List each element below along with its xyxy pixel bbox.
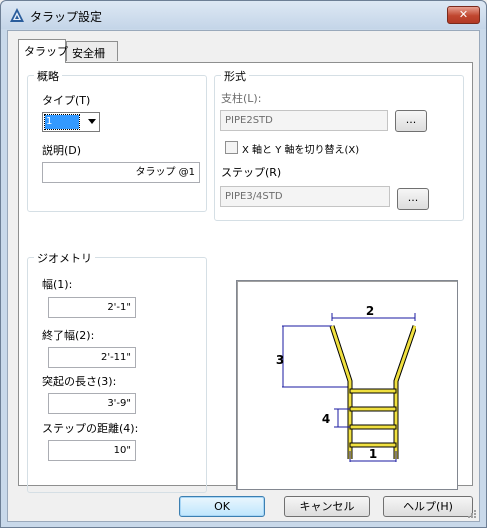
description-input[interactable]: タラップ @1 — [42, 162, 200, 183]
ok-button[interactable]: OK — [179, 496, 265, 517]
tab-safety-rail[interactable]: 安全柵 — [66, 41, 118, 61]
ladder-preview: 2 3 4 1 — [236, 280, 458, 490]
swap-axes-checkbox[interactable] — [225, 141, 238, 154]
end-width-input[interactable]: 2'-11" — [48, 347, 136, 368]
title-bar[interactable]: タラップ設定 ✕ — [1, 1, 486, 29]
type-label: タイプ(T) — [42, 94, 91, 107]
end-width-label: 終了幅(2): — [42, 329, 95, 342]
step-distance-label: ステップの距離(4): — [42, 422, 139, 435]
right-rail-outline — [393, 325, 416, 459]
form-group: 形式 支柱(L): PIPE2STD ... X 軸と Y 軸を切り替え(X) … — [214, 68, 464, 221]
description-label: 説明(D) — [42, 144, 82, 157]
protrusion-input[interactable]: 3'-9" — [48, 393, 136, 414]
step-browse-button[interactable]: ... — [397, 188, 429, 210]
type-dropdown[interactable]: 1 — [42, 112, 100, 132]
left-rail-outline — [329, 325, 353, 459]
autocad-icon — [10, 8, 24, 22]
width-label: 幅(1): — [42, 278, 73, 291]
step-label: ステップ(R) — [221, 166, 282, 179]
geometry-group-title: ジオメトリ — [34, 250, 95, 266]
dim-3-text: 3 — [276, 353, 284, 367]
help-button[interactable]: ヘルプ(H) — [383, 496, 473, 517]
dialog-client: タラップ 安全柵 概略 タイプ(T) 1 説明(D) タラップ @1 形式 支柱… — [7, 30, 480, 522]
swap-axes-label: X 軸と Y 軸を切り替え(X) — [242, 145, 360, 156]
ladder-diagram: 2 3 4 1 — [276, 304, 416, 462]
geometry-group: ジオメトリ 幅(1): 2'-1" 終了幅(2): 2'-11" 突起の長さ(3… — [27, 250, 207, 493]
type-dropdown-value: 1 — [44, 114, 80, 130]
protrusion-label: 突起の長さ(3): — [42, 375, 117, 388]
dim-1-text: 1 — [369, 447, 377, 461]
dialog-window: タラップ設定 ✕ タラップ 安全柵 概略 タイプ(T) 1 説明(D) タラップ… — [0, 0, 487, 528]
window-title: タラップ設定 — [30, 10, 103, 24]
tab-ladder[interactable]: タラップ — [18, 39, 68, 63]
cancel-button[interactable]: キャンセル — [284, 496, 370, 517]
chevron-down-icon — [88, 119, 96, 124]
overview-group: 概略 タイプ(T) 1 説明(D) タラップ @1 — [27, 68, 207, 212]
support-label: 支柱(L): — [221, 92, 262, 105]
ladder-step — [349, 424, 397, 430]
step-distance-input[interactable]: 10" — [48, 440, 136, 461]
dim-2-text: 2 — [366, 304, 374, 318]
ladder-step — [349, 388, 397, 394]
width-input[interactable]: 2'-1" — [48, 297, 136, 318]
dim-4-text: 4 — [322, 412, 330, 426]
overview-group-title: 概略 — [34, 68, 62, 84]
resize-grip-icon[interactable] — [467, 509, 477, 519]
form-group-title: 形式 — [221, 68, 249, 84]
tab-panel: 概略 タイプ(T) 1 説明(D) タラップ @1 形式 支柱(L): PIPE… — [18, 62, 473, 493]
support-input[interactable]: PIPE2STD — [220, 110, 388, 131]
close-button[interactable]: ✕ — [447, 6, 480, 24]
support-browse-button[interactable]: ... — [395, 110, 427, 132]
step-input[interactable]: PIPE3/4STD — [220, 186, 390, 207]
ladder-step — [349, 406, 397, 412]
